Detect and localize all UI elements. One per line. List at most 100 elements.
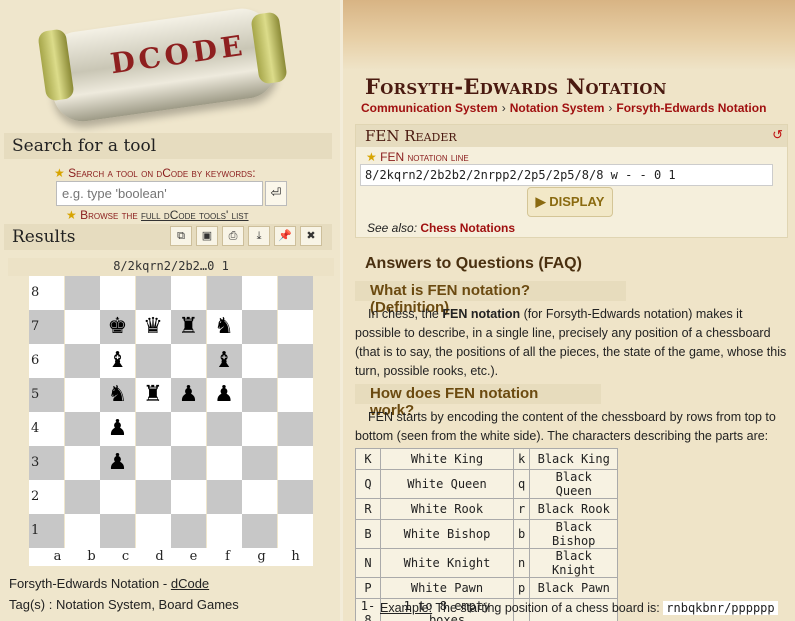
board-square-b3 — [64, 446, 100, 480]
table-cell: N — [355, 548, 381, 578]
board-square-e1 — [171, 514, 206, 548]
table-cell: P — [355, 577, 381, 599]
board-fen-caption: 8/2kqrn2/2b2…0 1 — [8, 258, 334, 276]
table-cell: r — [512, 498, 531, 520]
board-square-h3 — [277, 446, 313, 480]
board-square-g5 — [242, 378, 277, 412]
parchment-banner — [343, 0, 795, 70]
file-label: h — [291, 549, 300, 564]
file-label: c — [121, 549, 130, 564]
fen-input[interactable] — [360, 164, 773, 186]
board-square-f4 — [206, 412, 242, 446]
board-square-b2 — [64, 480, 100, 514]
table-cell: K — [355, 448, 381, 470]
black-pawn-icon: ♟ — [107, 416, 128, 441]
faq-question-definition: What is FEN notation? (Definition) — [355, 281, 626, 316]
close-icon[interactable]: ✖ — [300, 226, 322, 246]
download-icon[interactable]: ⤓ — [248, 226, 270, 246]
black-pawn-icon: ♟ — [214, 382, 234, 407]
board-square-f1 — [206, 514, 242, 548]
board-square-f3 — [206, 446, 242, 480]
pin-icon[interactable]: 📌 — [274, 226, 296, 246]
see-also: See also: Chess Notations — [367, 221, 515, 235]
enter-icon[interactable]: ⏎ — [265, 181, 287, 206]
board-square-d6 — [135, 344, 171, 378]
board-square-d4 — [135, 412, 171, 446]
dcode-logo[interactable]: DCODE — [37, 4, 288, 128]
black-rook-icon: ♜ — [178, 314, 199, 339]
board-square-e4 — [171, 412, 206, 446]
table-cell: Black Pawn — [529, 577, 619, 599]
browse-link-text[interactable]: full dCode tools' list — [141, 208, 249, 222]
answer-text: In chess, the — [368, 307, 443, 321]
board-square-d8 — [135, 276, 171, 310]
faq-answer-definition: In chess, the FEN notation (for Forsyth-… — [355, 305, 791, 381]
board-square-h4 — [277, 412, 313, 446]
copy-icon[interactable]: ⧉ — [170, 226, 192, 246]
table-cell: Black Knight — [529, 548, 619, 578]
table-cell: White Queen — [380, 469, 514, 499]
print-icon[interactable]: ⎙ — [222, 226, 244, 246]
black-pawn-icon: ♟ — [107, 450, 128, 475]
board-square-c8 — [100, 276, 135, 310]
see-also-link[interactable]: Chess Notations — [420, 221, 515, 235]
table-cell: b — [512, 519, 531, 549]
black-knight-icon: ♞ — [107, 382, 128, 407]
result-credit: Forsyth-Edwards Notation - dCode — [9, 576, 209, 591]
board-square-h1 — [277, 514, 313, 548]
board-square-c2 — [100, 480, 135, 514]
screenshot-icon[interactable]: ▣ — [196, 226, 218, 246]
table-cell: Black King — [529, 448, 619, 470]
rank-label: 5 — [31, 387, 40, 402]
faq-title: Answers to Questions (FAQ) — [365, 255, 582, 272]
search-input[interactable] — [56, 181, 263, 206]
table-row: N White Knight n Black Knight — [355, 548, 619, 578]
reset-icon[interactable]: ↺ — [772, 127, 783, 143]
example-code: rnbqkbnr/pppppp — [663, 601, 778, 615]
breadcrumb-item-communication[interactable]: Communication System — [361, 101, 498, 115]
board-square-f8 — [206, 276, 242, 310]
search-label-text: Search a tool on dCode by keywords: — [68, 166, 256, 180]
black-rook-icon: ♜ — [143, 382, 163, 407]
board-square-g4 — [242, 412, 277, 446]
table-row: Q White Queen q Black Queen — [355, 469, 619, 499]
board-square-d3 — [135, 446, 171, 480]
fen-label-main: FEN — [380, 150, 405, 164]
file-label: f — [225, 549, 230, 564]
table-cell: Black Rook — [529, 498, 619, 520]
example-label: Example: — [380, 601, 433, 615]
credit-link[interactable]: dCode — [171, 576, 209, 591]
table-cell: q — [512, 469, 531, 499]
board-square-c1 — [100, 514, 135, 548]
breadcrumb-separator: › — [608, 101, 613, 115]
browse-tools-link[interactable]: ★ Browse the full dCode tools' list — [66, 208, 249, 222]
black-bishop-icon: ♝ — [107, 348, 128, 373]
board-square-h2 — [277, 480, 313, 514]
table-cell: White Knight — [380, 548, 514, 578]
board-square-e6 — [171, 344, 206, 378]
rank-label: 1 — [31, 523, 40, 538]
board-square-g7 — [242, 310, 277, 344]
breadcrumb-item-fen[interactable]: Forsyth-Edwards Notation — [616, 101, 766, 115]
rank-label: 4 — [31, 421, 40, 436]
table-cell: White Rook — [380, 498, 514, 520]
board-square-d1 — [135, 514, 171, 548]
table-cell: 1-8 — [355, 598, 381, 621]
display-button[interactable]: ▶ DISPLAY — [527, 187, 613, 217]
rank-label: 2 — [31, 489, 40, 504]
board-square-b7 — [64, 310, 100, 344]
table-cell: n — [512, 548, 531, 578]
fen-reader-title: FEN Reader — [356, 125, 787, 147]
table-row: R White Rook r Black Rook — [355, 498, 619, 520]
breadcrumb-item-notation[interactable]: Notation System — [510, 101, 605, 115]
fen-reader-title-text: FEN Reader — [365, 127, 457, 145]
see-also-prefix: See also: — [367, 221, 421, 235]
fen-field-label: ★ FEN notation line — [366, 150, 469, 164]
board-square-e2 — [171, 480, 206, 514]
board-square-b6 — [64, 344, 100, 378]
table-cell: White Pawn — [380, 577, 514, 599]
black-knight-icon: ♞ — [214, 314, 234, 339]
board-square-g8 — [242, 276, 277, 310]
board-square-f2 — [206, 480, 242, 514]
rank-label: 8 — [31, 285, 40, 300]
